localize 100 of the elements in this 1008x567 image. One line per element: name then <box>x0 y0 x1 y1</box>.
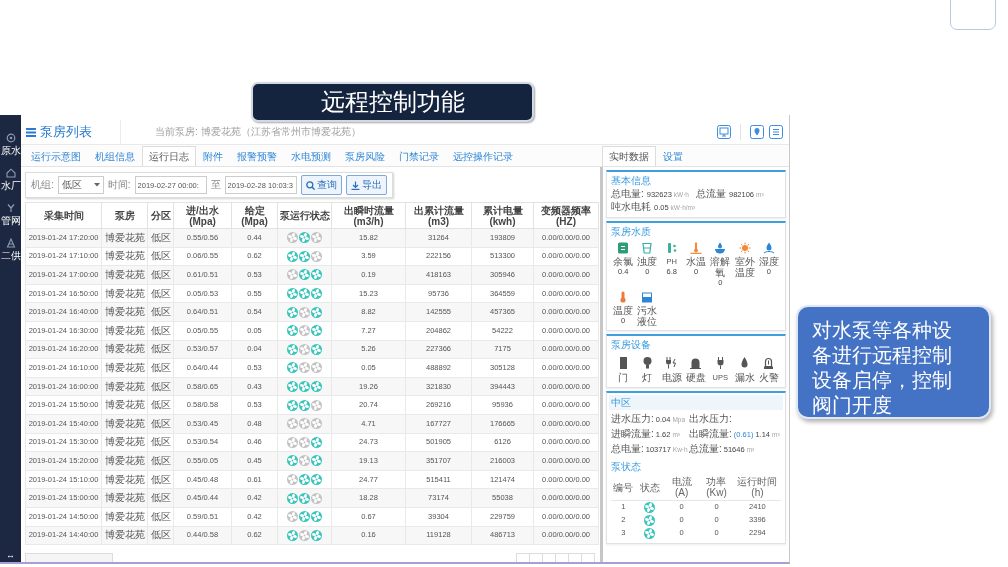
droplets-icon <box>665 242 678 254</box>
table-cell: 低区 <box>147 247 174 266</box>
quality-label: 污水液位 <box>636 305 659 327</box>
table-cell: 博爱花苑 <box>101 488 148 508</box>
card-title: 泵房设备 <box>611 338 652 352</box>
table-cell: 低区 <box>147 451 174 471</box>
tab[interactable]: 门禁记录 <box>392 146 446 166</box>
tab[interactable]: 泵房风险 <box>338 146 392 166</box>
unit-select[interactable]: 低区 <box>57 176 104 194</box>
table-cell: 低区 <box>147 358 174 378</box>
column-header: 出瞬时流量(m3/h) <box>331 202 406 229</box>
table-cell: 博爱花苑 <box>101 358 148 378</box>
tab[interactable]: 附件 <box>196 146 230 166</box>
tab[interactable]: 设置 <box>656 146 690 166</box>
column-header: 分区 <box>147 202 174 229</box>
field-label: 总流量: <box>689 442 722 455</box>
filter-label: 时间: <box>107 179 131 191</box>
search-button[interactable]: 查询 <box>300 175 342 195</box>
table-cell: 博爱花苑 <box>101 377 148 396</box>
sidebar-item[interactable]: 原水 <box>0 145 21 157</box>
table-cell: 低区 <box>147 488 174 508</box>
download-icon <box>350 180 360 190</box>
column-header: 功率 (Kw) <box>699 476 734 501</box>
table-cell: 博爱花苑 <box>101 284 148 303</box>
table-cell: 低区 <box>147 414 174 434</box>
column-header: 电流 (A) <box>664 476 700 501</box>
list-icon[interactable] <box>769 125 783 139</box>
tab[interactable]: 机组信息 <box>88 146 142 166</box>
table-cell: 博爱花苑 <box>101 265 148 285</box>
quality-label: 湿度 <box>758 256 779 267</box>
sun-icon <box>738 242 751 254</box>
device-label: 火警 <box>758 372 779 384</box>
field-label: 总电量: <box>611 442 644 455</box>
device-label: 门 <box>618 372 629 384</box>
column-header: 变频器频率(HZ) <box>533 202 599 229</box>
filter-label: 机组: <box>31 179 54 191</box>
column-header: 状态 <box>635 476 665 501</box>
tower-icon <box>5 238 16 248</box>
tab[interactable]: 远控操作记录 <box>446 146 520 166</box>
page-button[interactable] <box>516 553 530 562</box>
table-cell: 低区 <box>147 470 174 489</box>
table-cell: 博爱花苑 <box>101 451 148 471</box>
collapse-toggle[interactable]: ↔ <box>6 550 15 560</box>
table-cell: 博爱花苑 <box>101 395 148 415</box>
table-cell: 低区 <box>147 284 174 303</box>
records-button[interactable] <box>25 553 113 562</box>
device-label: 漏水 <box>734 372 755 384</box>
table-cell: 博爱花苑 <box>101 526 148 545</box>
device-label: 硬盘 <box>686 372 706 384</box>
column-header: 编号 <box>611 476 636 501</box>
device-label: 灯 <box>642 372 653 384</box>
table-cell: 低区 <box>147 526 174 545</box>
table-cell: 博爱花苑 <box>101 321 148 341</box>
table-cell: 博爱花苑 <box>101 507 148 526</box>
table-cell: 低区 <box>147 507 174 526</box>
table-cell: 低区 <box>147 340 174 359</box>
map-pin-icon[interactable] <box>750 125 764 139</box>
device-label: 电源 <box>661 372 682 384</box>
monitor-icon[interactable] <box>717 125 731 139</box>
tab[interactable]: 水电预测 <box>284 146 338 166</box>
droplet-icon <box>762 242 775 254</box>
card-title: 中区 <box>609 395 783 410</box>
menu-icon[interactable] <box>26 127 36 137</box>
quality-label: 室外温度 <box>733 256 756 278</box>
table-cell: 低区 <box>147 433 174 452</box>
card-title: 基本信息 <box>611 174 652 188</box>
tab[interactable]: 运行示意图 <box>24 146 88 166</box>
table-cell: 博爱花苑 <box>101 433 148 452</box>
export-button[interactable]: 导出 <box>345 175 387 195</box>
table-cell: 低区 <box>147 265 174 285</box>
column-header: 运行时间 (h) <box>733 476 781 501</box>
sidebar-item[interactable]: 水厂 <box>0 180 21 192</box>
field-label: 进水压力: <box>611 412 654 425</box>
page-button[interactable] <box>581 553 595 562</box>
sidebar-item[interactable]: 二供 <box>0 250 21 262</box>
quality-label: 温度 <box>613 305 634 316</box>
current-station-text: 当前泵房: 博爱花苑（江苏省常州市博爱花苑） <box>155 126 361 138</box>
cup-icon <box>641 242 654 254</box>
table-cell: 低区 <box>147 377 174 396</box>
title-banner: 远程控制功能 <box>251 82 534 122</box>
square-tile-icon <box>617 242 630 254</box>
column-header: 泵运行状态 <box>277 202 332 229</box>
table-cell: 博爱花苑 <box>101 302 148 322</box>
sidebar-item[interactable]: 管网 <box>0 215 21 227</box>
tab[interactable]: 运行日志 <box>142 146 196 166</box>
caret-icon <box>93 183 100 187</box>
corner-frame <box>950 0 996 30</box>
plug-icon <box>665 356 679 370</box>
dome-icon <box>689 356 703 370</box>
table-cell: 博爱花苑 <box>101 470 148 489</box>
tab[interactable]: 实时数据 <box>602 146 656 166</box>
table-cell: 低区 <box>147 228 174 248</box>
field-label: 进瞬流量: <box>611 427 654 440</box>
droplet-bowl-icon <box>714 242 727 254</box>
column-header: 泵房 <box>101 202 148 229</box>
callout-box: 对水泵等各种设备进行远程控制设备启停，控制阀门开度 <box>796 305 991 419</box>
page-title: 泵房列表 <box>40 124 92 140</box>
tank-icon <box>641 291 654 303</box>
section-title: 泵状态 <box>611 460 642 474</box>
tab[interactable]: 报警预警 <box>230 146 284 166</box>
